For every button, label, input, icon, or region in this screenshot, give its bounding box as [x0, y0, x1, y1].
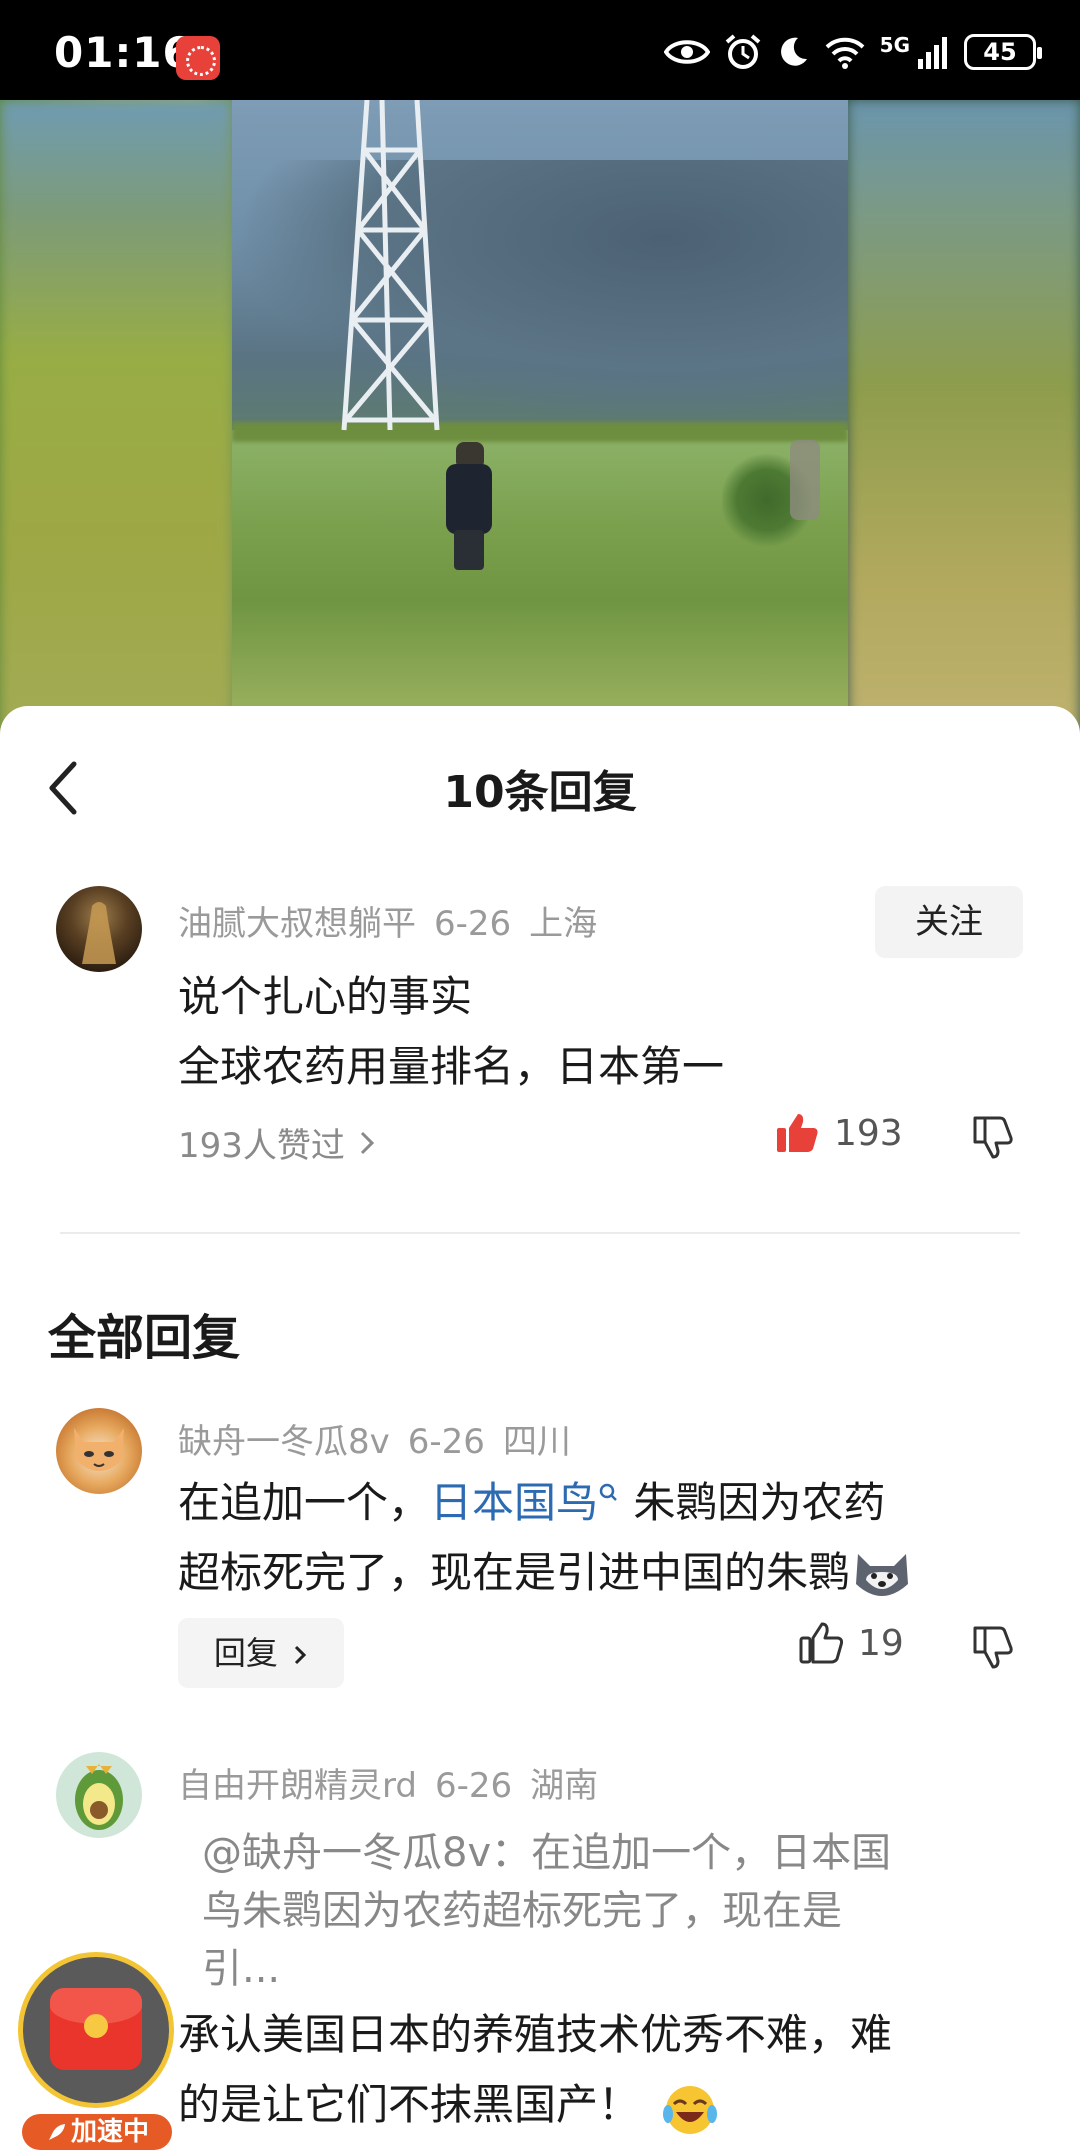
- reply-line: 超标死完了，现在是引进中国的朱鹮: [178, 1538, 914, 1608]
- reply-button[interactable]: 回复: [178, 1618, 344, 1688]
- comment-line: 全球农药用量排名，日本第一: [178, 1042, 725, 1091]
- comment-username[interactable]: 油腻大叔想躺平: [178, 904, 416, 944]
- reply-line: 承认美国日本的养殖技术优秀不难，难: [178, 2010, 893, 2059]
- video-blur-right: [848, 100, 1080, 740]
- avocado-avatar-icon: [75, 1764, 123, 1830]
- reply-line: 在追加一个，日本国鸟 朱鹮因为农药: [178, 1478, 886, 1527]
- avatar[interactable]: [56, 1752, 142, 1838]
- moon-icon: [780, 37, 807, 66]
- wifi-icon: [825, 37, 865, 69]
- comment-text: 说个扎心的事实 全球农药用量排名，日本第一: [178, 962, 724, 1102]
- alarm-icon: [725, 34, 760, 69]
- quote-line: @缺舟一冬瓜8v：在追加一个，日本国: [202, 1830, 892, 1876]
- float-badge-label: 加速中: [22, 2114, 172, 2150]
- person-figure: [440, 442, 498, 572]
- thumbs-down-icon[interactable]: [970, 1114, 1016, 1160]
- status-icons: 5G 45: [663, 30, 1042, 74]
- reply-button-label: 回复: [213, 1634, 278, 1672]
- reply-meta: 自由开朗精灵rd 6-26 湖南: [178, 1758, 616, 1807]
- like-button[interactable]: 193: [774, 1110, 903, 1156]
- search-link-keyword[interactable]: 日本国鸟: [430, 1478, 598, 1527]
- comment-date: 6-26: [434, 904, 512, 944]
- statue-avatar-icon: [82, 902, 116, 964]
- likers-summary-link[interactable]: 193人赞过: [178, 1118, 377, 1167]
- reply-date: 6-26: [434, 1766, 513, 1806]
- power-tower-illustration: [341, 100, 440, 431]
- thumbs-up-icon: [799, 1622, 844, 1664]
- avatar[interactable]: [56, 1408, 142, 1494]
- app-notification-icon: [176, 36, 220, 80]
- avatar[interactable]: [56, 886, 142, 972]
- laugh-cry-emoji-icon: [663, 2085, 718, 2134]
- reply-location: 湖南: [530, 1766, 599, 1806]
- search-icon[interactable]: [598, 1482, 620, 1508]
- eye-icon: [663, 40, 710, 64]
- reply-meta: 缺舟一冬瓜8v 6-26 四川: [178, 1414, 589, 1463]
- sheet-title: 10条回复: [443, 767, 637, 818]
- video-frame: [232, 100, 848, 740]
- video-preview[interactable]: [0, 100, 1080, 740]
- quote-line: 引...: [202, 1946, 281, 1992]
- chevron-right-icon: [295, 1645, 307, 1665]
- reply-date: 6-26: [407, 1422, 485, 1462]
- red-envelope-icon: [50, 1988, 142, 2070]
- comment-location: 上海: [529, 904, 598, 944]
- follow-button[interactable]: 关注: [875, 886, 1023, 958]
- like-button[interactable]: 19: [798, 1620, 904, 1666]
- dog-emoji-icon: [856, 1553, 909, 1596]
- reply-text: 在追加一个，日本国鸟 朱鹮因为农药 超标死完了，现在是引进中国的朱鹮: [178, 1468, 914, 1608]
- section-title: 全部回复: [48, 1310, 241, 1366]
- reply-username[interactable]: 缺舟一冬瓜8v: [178, 1422, 390, 1462]
- comment-meta: 油腻大叔想躺平 6-26 上海: [178, 896, 615, 945]
- like-count: 19: [858, 1622, 904, 1664]
- likers-summary-text: 193人赞过: [178, 1126, 345, 1166]
- rocket-icon: [48, 2123, 65, 2140]
- reply-line: 的是让它们不抹黑国产！: [178, 2070, 892, 2140]
- reply-text: 承认美国日本的养殖技术优秀不难，难 的是让它们不抹黑国产！: [178, 2000, 892, 2140]
- battery-indicator: 45: [964, 34, 1042, 70]
- network-type: 5G: [879, 33, 910, 57]
- like-count: 193: [834, 1112, 903, 1154]
- thumbs-up-filled-icon: [777, 1114, 818, 1152]
- cat-avatar-icon: [74, 1428, 124, 1471]
- divider: [60, 1232, 1020, 1234]
- quoted-reply[interactable]: @缺舟一冬瓜8v：在追加一个，日本国 鸟朱鹮因为农药超标死完了，现在是 引...: [202, 1824, 1002, 1998]
- replies-sheet: 10条回复 油腻大叔想躺平 6-26 上海 关注 说个扎心的事实 全球农药用量排名，…: [0, 706, 1080, 2150]
- reply-username[interactable]: 自由开朗精灵rd: [178, 1766, 417, 1806]
- sheet-header: 10条回复: [0, 706, 1080, 866]
- status-time: 01:16: [54, 28, 193, 77]
- chevron-right-icon: [360, 1131, 375, 1154]
- quote-line: 鸟朱鹮因为农药超标死完了，现在是: [202, 1888, 842, 1934]
- thumbs-down-icon[interactable]: [970, 1624, 1016, 1670]
- video-blur-left: [0, 100, 232, 740]
- signal-icon: [918, 37, 947, 69]
- accelerating-float-badge[interactable]: 加速中: [18, 1952, 174, 2150]
- comment-line: 说个扎心的事实: [178, 972, 473, 1021]
- reply-location: 四川: [502, 1422, 571, 1462]
- status-bar: 01:16 5G 45: [0, 0, 1080, 100]
